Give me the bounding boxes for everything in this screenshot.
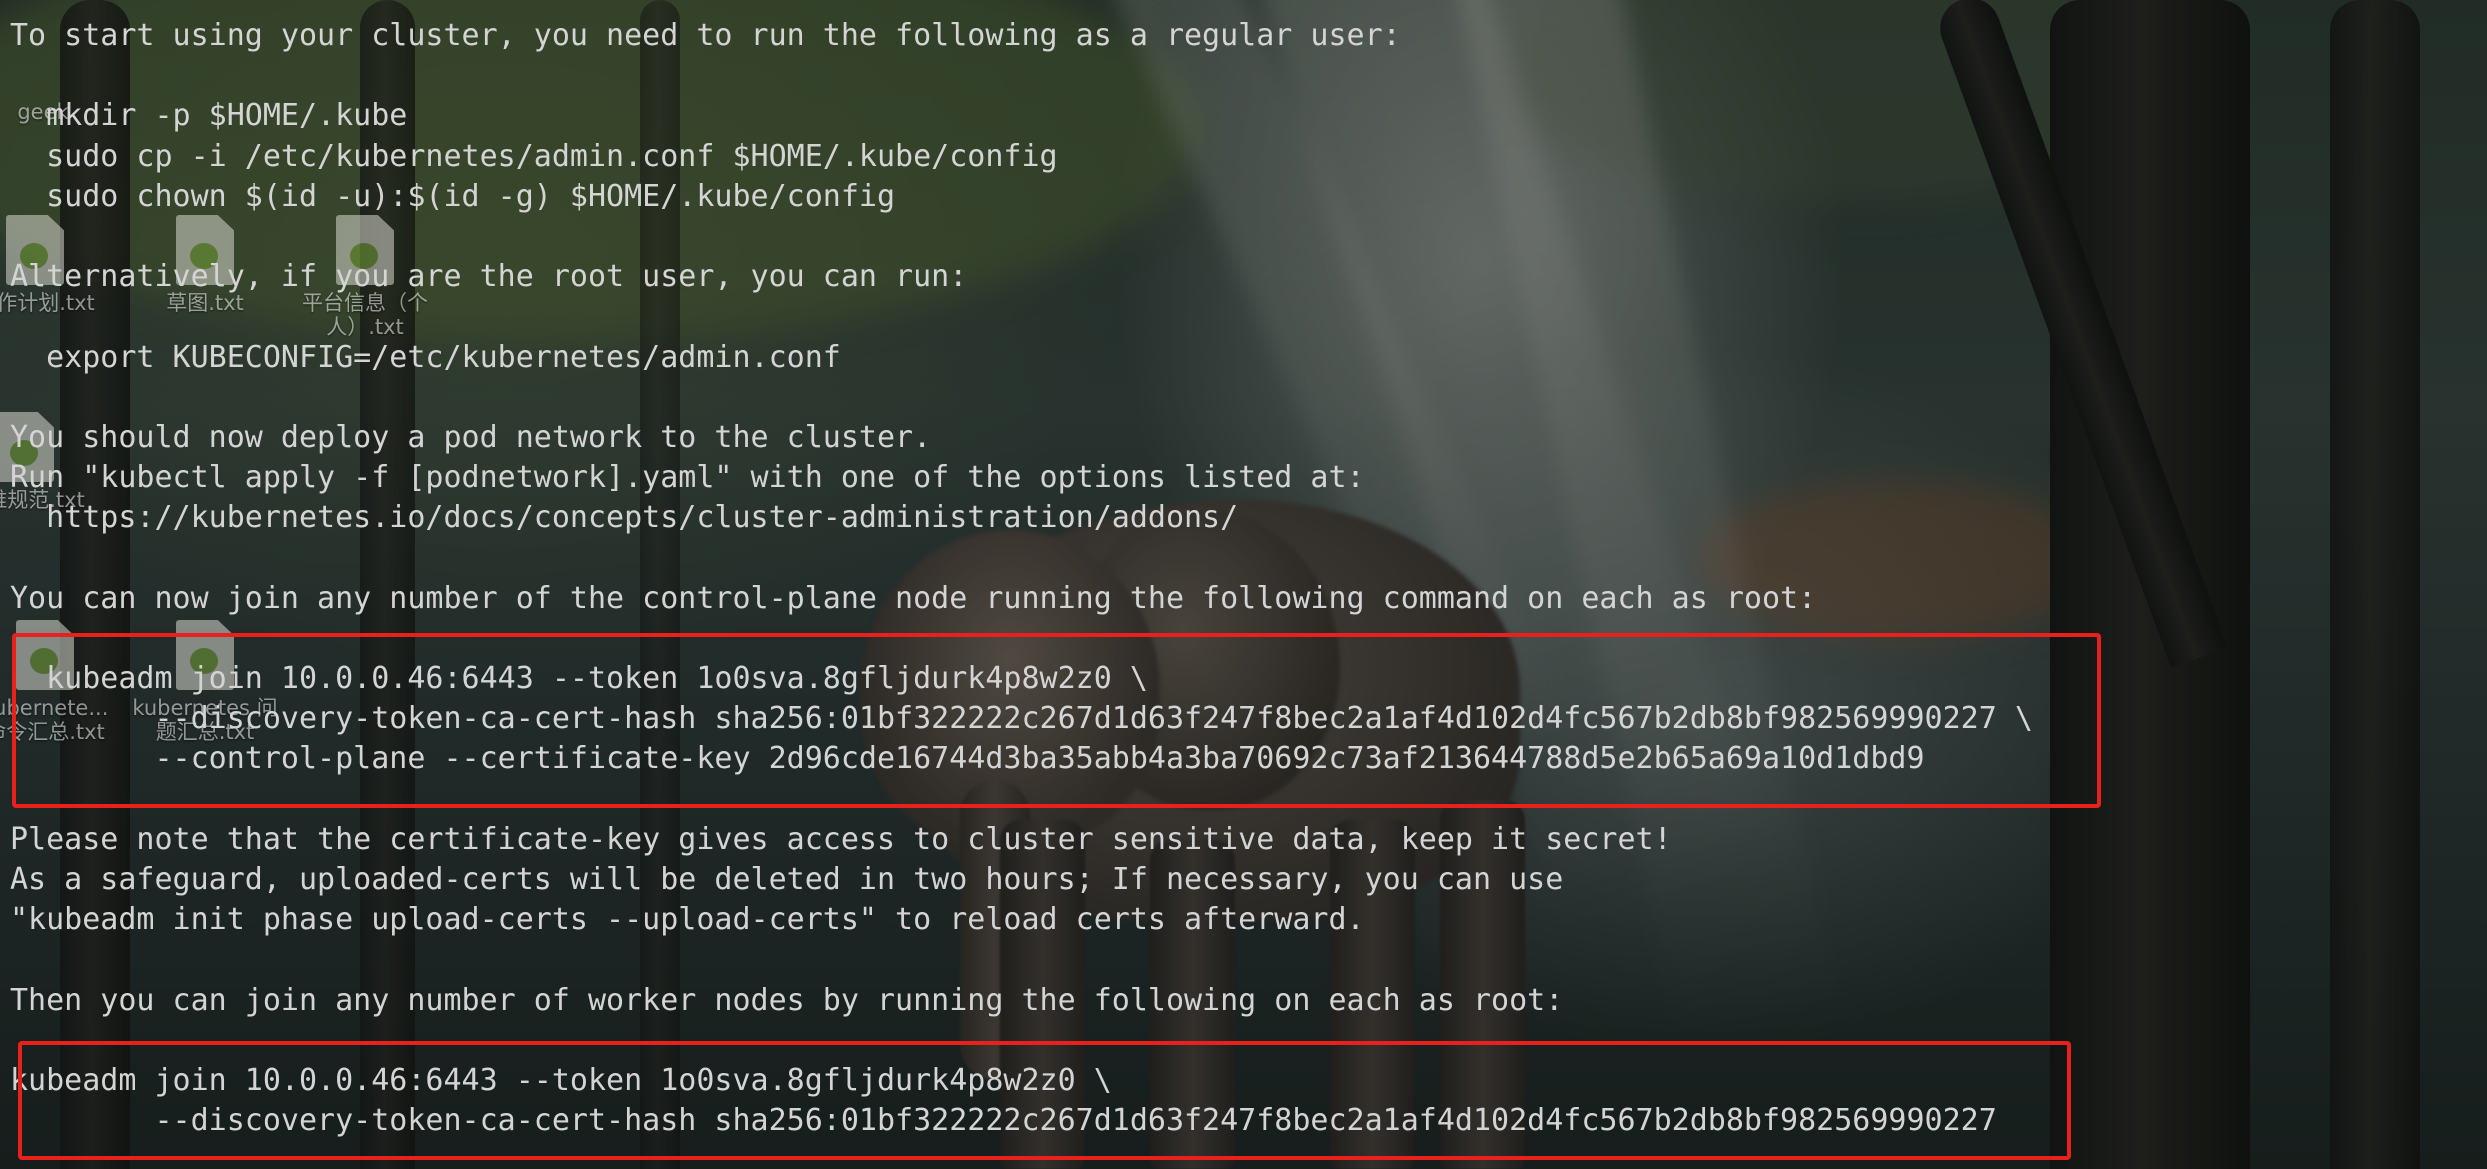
terminal-line: https://kubernetes.io/docs/concepts/clus… bbox=[10, 500, 1239, 536]
terminal-line: Please note that the certificate-key giv… bbox=[10, 821, 1672, 857]
worker-join-highlight bbox=[18, 1041, 2071, 1160]
terminal-line: "kubeadm init phase upload-certs --uploa… bbox=[10, 902, 1365, 938]
terminal-line: Then you can join any number of worker n… bbox=[10, 982, 1564, 1018]
terminal-line: You can now join any number of the contr… bbox=[10, 580, 1817, 616]
terminal-line: export KUBECONFIG=/etc/kubernetes/admin.… bbox=[10, 339, 841, 375]
terminal-line: Alternatively, if you are the root user,… bbox=[10, 259, 968, 295]
control-plane-join-highlight bbox=[12, 633, 2101, 808]
terminal-line: sudo cp -i /etc/kubernetes/admin.conf $H… bbox=[10, 138, 1058, 174]
terminal-line: mkdir -p $HOME/.kube bbox=[10, 98, 408, 134]
terminal-line: You should now deploy a pod network to t… bbox=[10, 419, 932, 455]
terminal-line: Run "kubectl apply -f [podnetwork].yaml"… bbox=[10, 460, 1365, 496]
terminal-line: sudo chown $(id -u):$(id -g) $HOME/.kube… bbox=[10, 178, 896, 214]
terminal-output[interactable]: To start using your cluster, you need to… bbox=[10, 16, 2033, 1141]
terminal-line: To start using your cluster, you need to… bbox=[10, 18, 1401, 53]
terminal-line: As a safeguard, uploaded-certs will be d… bbox=[10, 861, 1564, 897]
